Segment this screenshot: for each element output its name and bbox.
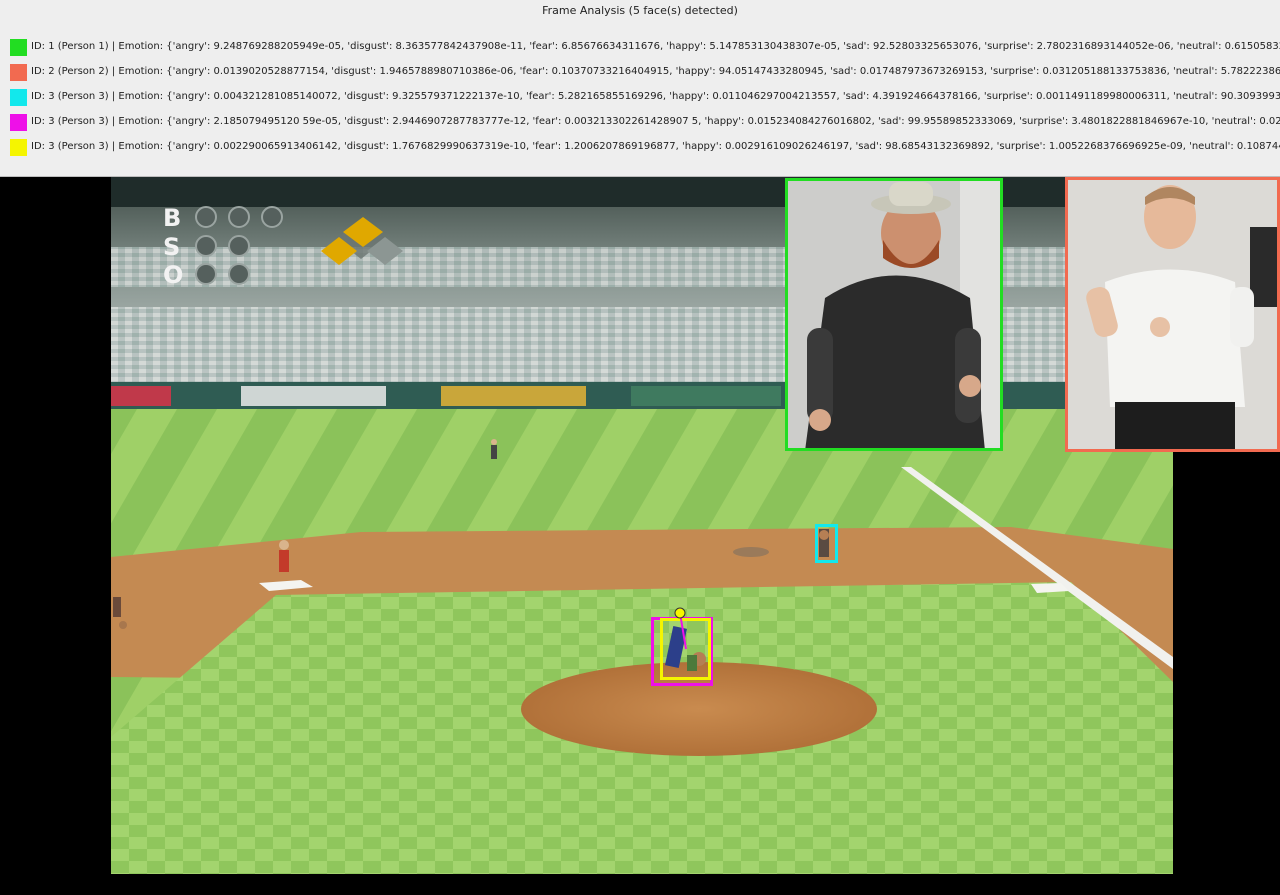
detection-color-swatch: [10, 139, 27, 156]
fielder-third-base: [279, 540, 289, 572]
detection-row: ID: 1 (Person 1) | Emotion: {'angry': 9.…: [10, 39, 1280, 56]
detection-color-swatch: [10, 64, 27, 81]
analysis-panel: Frame Analysis (5 face(s) detected) ID: …: [0, 0, 1280, 177]
detection-color-swatch: [10, 39, 27, 56]
detection-color-swatch: [10, 114, 27, 131]
detection-color-swatch: [10, 89, 27, 106]
baseball-field-illustration: [111, 177, 1173, 874]
baseball-game-screen: B S O: [111, 177, 1173, 874]
detection-row: ID: 3 (Person 3) | Emotion: {'angry': 2.…: [10, 114, 1280, 131]
detection-text: ID: 1 (Person 1) | Emotion: {'angry': 9.…: [31, 41, 1280, 52]
detection-row: ID: 3 (Person 3) | Emotion: {'angry': 0.…: [10, 139, 1280, 156]
count-labels: B S O: [163, 204, 183, 290]
webcam-feed-person-2: [1065, 177, 1280, 452]
strikes-label: S: [163, 232, 181, 261]
outs-label: O: [163, 261, 184, 289]
balls-label: B: [163, 204, 182, 232]
fielder-outfield: [491, 439, 497, 459]
detection-text: ID: 2 (Person 2) | Emotion: {'angry': 0.…: [31, 66, 1280, 77]
webcam-feed-person-1: [785, 178, 1003, 451]
video-frame: B S O: [0, 177, 1280, 895]
detection-text: ID: 3 (Person 3) | Emotion: {'angry': 0.…: [31, 91, 1280, 102]
fielder-second-base: [733, 547, 769, 557]
face-box-person-3-cyan: [815, 524, 838, 563]
detection-text: ID: 3 (Person 3) | Emotion: {'angry': 2.…: [31, 116, 1280, 127]
face-box-person-1: [785, 178, 1003, 451]
face-box-person-2: [1065, 177, 1280, 452]
detection-text: ID: 3 (Person 3) | Emotion: {'angry': 0.…: [31, 141, 1280, 152]
detection-row: ID: 2 (Person 2) | Emotion: {'angry': 0.…: [10, 64, 1280, 81]
gaze-dot-icon: [674, 607, 687, 650]
detection-row: ID: 3 (Person 3) | Emotion: {'angry': 0.…: [10, 89, 1280, 106]
frame-analysis-title: Frame Analysis (5 face(s) detected): [542, 4, 738, 17]
